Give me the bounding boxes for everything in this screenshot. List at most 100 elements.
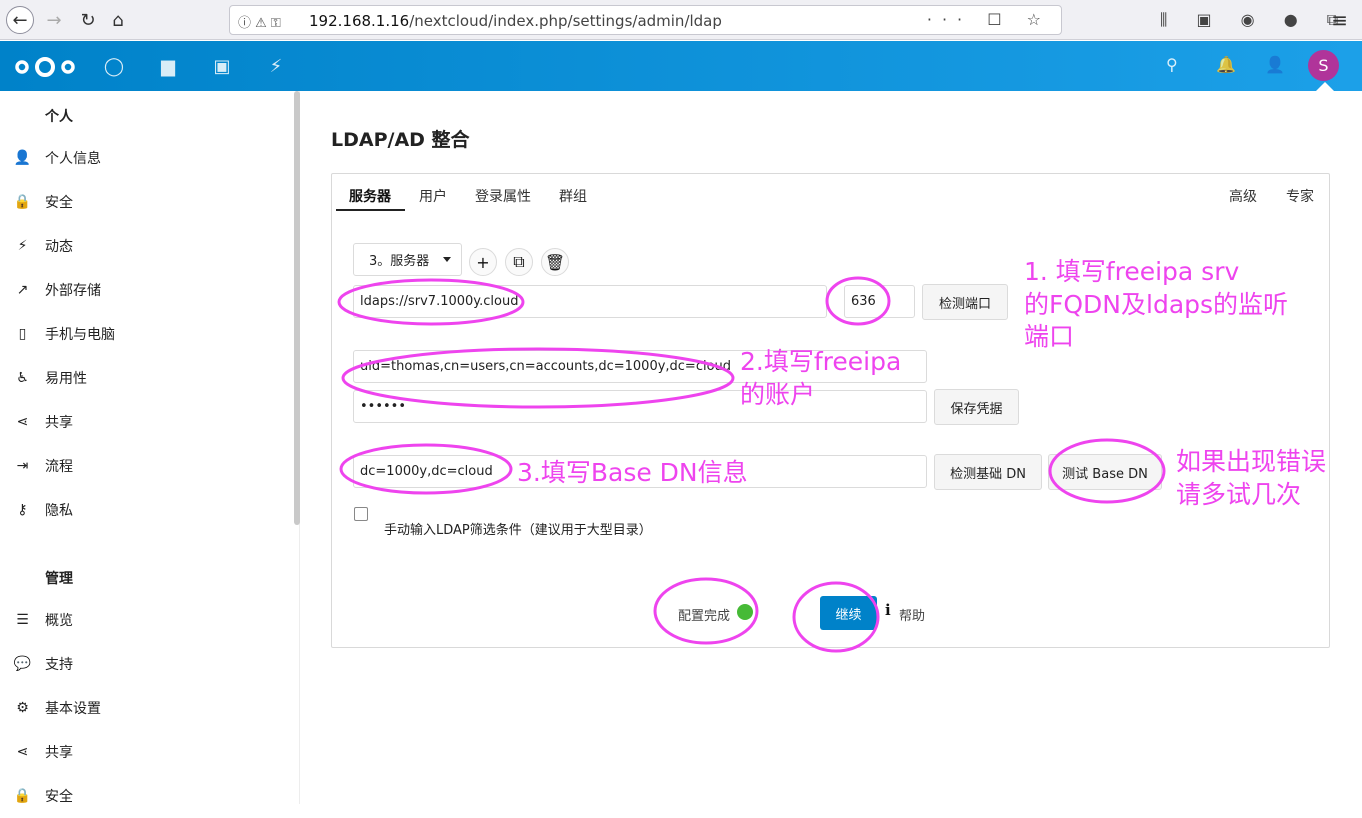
sidebar-item-personal-5[interactable]: ♿ 易用性 [0,356,290,400]
tab-expert[interactable]: 专家 [1286,186,1314,206]
sidebar-item-label: 手机与电脑 [45,327,115,343]
sidebar-item-label: 安全 [45,195,73,211]
delete-server-button[interactable]: 🗑 [541,248,569,276]
manual-filter-label: 手动输入LDAP筛选条件（建议用于大型目录） [384,523,652,538]
manual-filter-checkbox[interactable] [354,507,368,521]
sidebar-item-personal-8[interactable]: ⚷ 隐私 [0,488,290,532]
reload-icon[interactable]: ↻ [74,6,102,34]
browser-toolbar: ← → ↻ ⌂ ⓘ ⚠ ⚿ 192.168.1.16/nextcloud/ind… [0,0,1362,40]
sidebar-item-admin-1[interactable]: 💬 支持 [0,642,290,686]
info-icon[interactable]: i [885,601,891,619]
url-text[interactable]: 192.168.1.16/nextcloud/index.php/setting… [309,12,722,30]
lock-icon: 🔒 [13,788,32,804]
share-icon: ⋖ [16,414,29,430]
chevron-down-icon [443,257,451,262]
hamburger-menu-icon[interactable]: ≡ [1331,8,1348,32]
dashboard-icon[interactable]: ◯ [104,56,124,77]
notifications-icon[interactable]: 🔔 [1216,55,1236,74]
detect-port-button[interactable]: 检测端口 [922,284,1008,320]
sidebar-item-label: 动态 [45,239,73,255]
annotation-step3: 3.填写Base DN信息 [517,458,748,487]
server-select-value: 3。服务器 [369,254,430,269]
annotation-step1: 1. 填写freeipa srv 的FQDN及ldaps的监听 端口 [1024,257,1289,351]
sidebar-item-label: 共享 [45,415,73,431]
photos-icon[interactable]: ▣ [212,56,232,77]
tab-groups[interactable]: 群组 [559,186,587,206]
sidebar-item-personal-1[interactable]: 🔒 安全 [0,180,290,224]
sidebar-item-personal-2[interactable]: ⚡ 动态 [0,224,290,268]
test-base-dn-button[interactable]: 测试 Base DN [1048,454,1162,490]
flow-icon: ⇥ [16,458,29,474]
status-ok-indicator [737,604,753,620]
plus-icon: + [476,252,490,272]
nextcloud-logo-icon[interactable] [14,56,76,78]
sidebar-item-personal-4[interactable]: ▯ 手机与电脑 [0,312,290,356]
detect-base-dn-button[interactable]: 检测基础 DN [934,454,1042,490]
address-bar[interactable]: ⓘ ⚠ ⚿ 192.168.1.16/nextcloud/index.php/s… [229,5,1062,35]
share-icon: ⋖ [16,744,29,760]
lock-icon: 🔒 [13,194,32,210]
sidebar-item-label: 概览 [45,613,73,629]
avatar[interactable]: S [1308,50,1339,81]
sidebar-heading-admin: 管理 [45,571,73,587]
site-security-icons[interactable]: ⓘ ⚠ ⚿ [238,12,281,31]
sidebar-item-personal-6[interactable]: ⋖ 共享 [0,400,290,444]
sidebar-item-label: 隐私 [45,503,73,519]
settings-icon: ⚙ [16,700,29,716]
help-link[interactable]: 帮助 [899,605,925,624]
support-icon: 💬 [13,656,32,672]
copy-icon: ⧉ [513,252,525,271]
sidebar-item-admin-3[interactable]: ⋖ 共享 [0,730,290,774]
external-storage-icon: ↗ [16,282,29,298]
continue-button[interactable]: 继续 [820,596,877,630]
home-icon[interactable]: ⌂ [104,6,132,34]
host-input[interactable]: ldaps://srv7.1000y.cloud [353,285,827,318]
sidebar-item-personal-3[interactable]: ↗ 外部存储 [0,268,290,312]
sidebar-heading-personal: 个人 [45,109,73,125]
contacts-icon[interactable]: 👤 [1265,55,1285,74]
sidebar-item-label: 共享 [45,745,73,761]
port-input[interactable]: 636 [844,285,915,318]
tab-login-attributes[interactable]: 登录属性 [475,186,531,206]
page-actions-icons[interactable]: ··· ☐ ☆ [927,10,1051,29]
active-tab-indicator [336,209,405,211]
save-credentials-button[interactable]: 保存凭据 [934,389,1019,425]
tab-users[interactable]: 用户 [419,186,447,206]
sidebar-item-label: 支持 [45,657,73,673]
activity-icon[interactable]: ⚡ [266,56,286,77]
annotation-retry: 如果出现错误 请多试几次 [1176,447,1327,509]
accessibility-icon: ♿ [16,370,29,386]
browser-extension-icons[interactable]: ⫼ ▣ ◉ ● ⧉ [1160,10,1350,30]
tab-server[interactable]: 服务器 [349,186,391,206]
back-arrow-icon[interactable]: ← [6,6,34,34]
annotation-step2: 2.填写freeipa 的账户 [740,347,902,409]
avatar-menu-caret [1316,82,1334,91]
activity-icon: ⚡ [17,238,28,254]
config-status-text: 配置完成 [678,609,731,624]
sidebar-item-label: 易用性 [45,371,87,387]
settings-sidebar: 个人 👤 个人信息 🔒 安全 ⚡ 动态 ↗ 外部存储 ▯ 手机与电脑 ♿ 易用性 ⋖ 共享 ⇥ 流程 ⚷ 隐私 管… [0,91,300,805]
search-icon[interactable]: ⚲ [1166,55,1178,74]
sidebar-item-admin-0[interactable]: ☰ 概览 [0,598,290,642]
server-configuration-select[interactable]: 3。服务器 [353,243,462,276]
sidebar-scrollbar[interactable] [294,91,300,525]
tab-advanced[interactable]: 高级 [1229,186,1257,206]
sidebar-item-personal-0[interactable]: 👤 个人信息 [0,136,290,180]
sidebar-item-label: 外部存储 [45,283,101,299]
sidebar-item-label: 流程 [45,459,73,475]
copy-server-button[interactable]: ⧉ [505,248,533,276]
sidebar-item-personal-7[interactable]: ⇥ 流程 [0,444,290,488]
add-server-button[interactable]: + [469,248,497,276]
nextcloud-header: ◯ ▆ ▣ ⚡ ⚲ 🔔 👤 [0,41,1362,91]
sidebar-item-admin-4[interactable]: 🔒 安全 [0,774,290,818]
overview-icon: ☰ [16,612,29,628]
phone-icon: ▯ [18,326,27,342]
sidebar-item-admin-2[interactable]: ⚙ 基本设置 [0,686,290,730]
sidebar-item-label: 基本设置 [45,701,101,717]
forward-arrow-icon[interactable]: → [40,6,68,34]
key-icon: ⚷ [17,502,28,518]
user-icon: 👤 [13,150,32,166]
sidebar-item-label: 安全 [45,789,73,805]
files-icon[interactable]: ▆ [158,56,178,77]
sidebar-item-label: 个人信息 [45,151,101,167]
